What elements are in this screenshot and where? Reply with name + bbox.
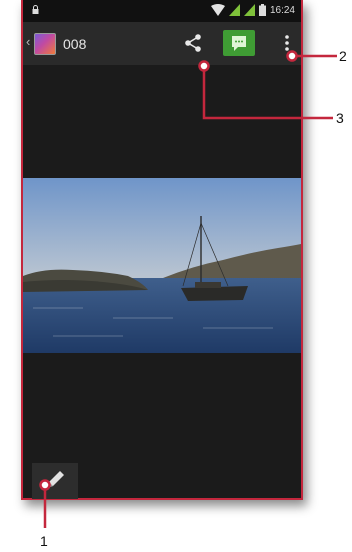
callout-dot-2 [286,50,298,62]
callout-dot-1 [39,479,51,491]
callout-label-2: 2 [339,48,347,64]
callout-label-1: 1 [40,533,48,549]
callout-lines [39,50,337,528]
callout-dot-3 [198,60,210,72]
callout-label-3: 3 [336,110,344,126]
